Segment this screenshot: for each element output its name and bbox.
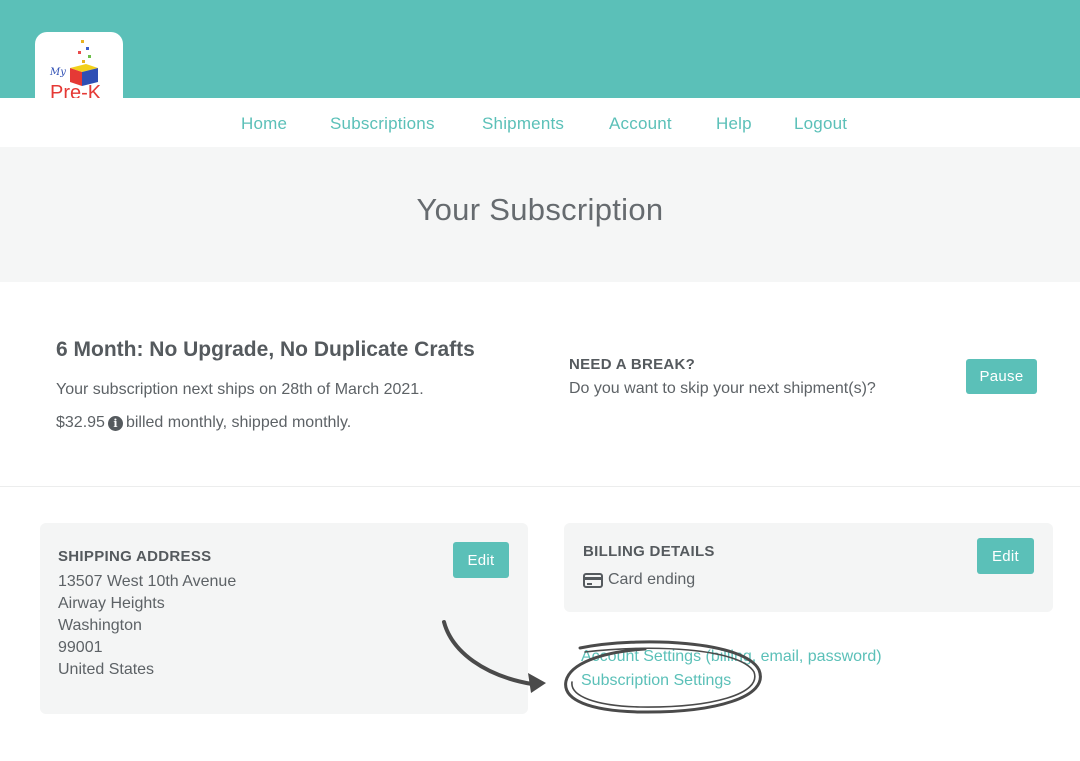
pause-button[interactable]: Pause <box>966 359 1037 394</box>
nav-help[interactable]: Help <box>716 114 752 134</box>
nav-subscriptions[interactable]: Subscriptions <box>330 114 435 134</box>
nav-account[interactable]: Account <box>609 114 672 134</box>
edit-shipping-button[interactable]: Edit <box>453 542 509 578</box>
price-value: $32.95 <box>56 414 105 431</box>
price-line: $32.95 i billed monthly, shipped monthly. <box>56 414 351 432</box>
next-ship-text: Your subscription next ships on 28th of … <box>56 381 424 398</box>
address-line: 13507 West 10th Avenue <box>58 573 237 590</box>
main-nav: Home Subscriptions Shipments Account Hel… <box>0 98 1080 147</box>
subscription-settings-link[interactable]: Subscription Settings <box>581 672 731 690</box>
credit-card-icon <box>583 573 603 588</box>
top-banner <box>0 0 1080 98</box>
card-ending-text: Card ending <box>608 571 696 588</box>
arrow-head-icon <box>528 673 546 693</box>
billing-frequency: billed monthly, shipped monthly. <box>125 414 352 431</box>
nav-logout[interactable]: Logout <box>794 114 847 134</box>
nav-home[interactable]: Home <box>241 114 287 134</box>
address-line: United States <box>58 661 155 678</box>
billing-title: BILLING DETAILS <box>583 543 715 560</box>
nav-shipments[interactable]: Shipments <box>482 114 564 134</box>
edit-billing-button[interactable]: Edit <box>977 538 1034 574</box>
billing-details-card: BILLING DETAILS Card ending Edit <box>564 523 1053 612</box>
pause-description: Do you want to skip your next shipment(s… <box>569 380 876 397</box>
shipping-title: SHIPPING ADDRESS <box>58 548 212 565</box>
info-icon[interactable]: i <box>107 416 123 431</box>
address-line: Washington <box>58 617 142 634</box>
page-header: Your Subscription <box>0 147 1080 282</box>
pause-title: NEED A BREAK? <box>569 356 696 373</box>
section-divider <box>0 486 1080 487</box>
plan-name: 6 Month: No Upgrade, No Duplicate Crafts <box>56 338 475 361</box>
address-line: 99001 <box>58 639 103 656</box>
account-settings-link[interactable]: Account Settings (billing, email, passwo… <box>581 648 882 666</box>
address-line: Airway Heights <box>58 595 165 612</box>
shipping-address-card: SHIPPING ADDRESS 13507 West 10th Avenue … <box>40 523 528 714</box>
page-title: Your Subscription <box>416 192 664 227</box>
svg-text:My: My <box>49 67 66 78</box>
